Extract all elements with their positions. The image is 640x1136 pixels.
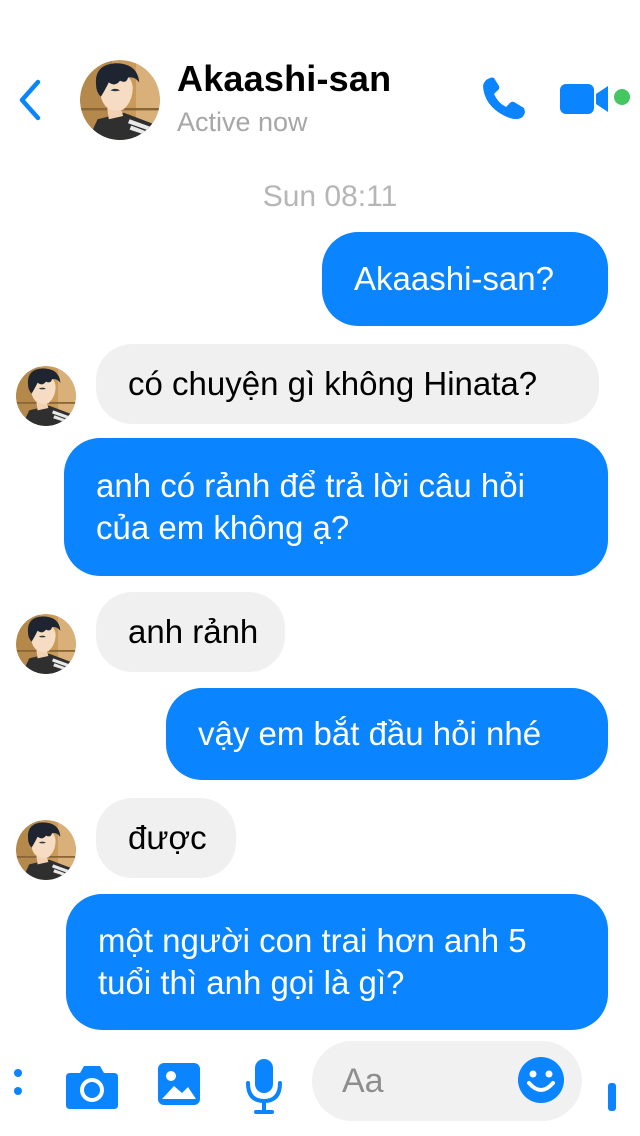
- sender-avatar[interactable]: [16, 614, 76, 674]
- message-text: vậy em bắt đầu hỏi nhé: [198, 715, 542, 752]
- outgoing-message[interactable]: anh có rảnh để trả lời câu hỏi của em kh…: [64, 438, 608, 576]
- messenger-chat-screen: Akaashi-san Active now Sun 08:11 Akaashi…: [0, 0, 640, 1136]
- online-indicator: [614, 89, 630, 105]
- outgoing-message[interactable]: Akaashi-san?: [322, 232, 608, 326]
- message-composer: [0, 1035, 640, 1136]
- more-options-icon: [14, 1069, 22, 1095]
- chat-header: Akaashi-san Active now: [0, 0, 640, 160]
- message-text: Akaashi-san?: [354, 260, 554, 297]
- video-camera-icon: [560, 84, 608, 114]
- sender-avatar[interactable]: [16, 820, 76, 880]
- emoji-button[interactable]: [516, 1055, 566, 1105]
- message-line: anh có rảnh để trả lời câu hỏi: [96, 467, 525, 504]
- contact-status: Active now: [177, 107, 308, 137]
- like-icon: [608, 1083, 616, 1111]
- message-text: có chuyện gì không Hinata?: [128, 365, 538, 402]
- photo-gallery-button[interactable]: [156, 1059, 202, 1109]
- phone-icon: [483, 77, 525, 120]
- contact-name[interactable]: Akaashi-san: [177, 58, 391, 100]
- incoming-message[interactable]: có chuyện gì không Hinata?: [96, 344, 599, 424]
- emoji-icon: [518, 1057, 564, 1103]
- incoming-message[interactable]: được: [96, 798, 236, 878]
- contact-avatar[interactable]: [80, 60, 160, 140]
- back-button[interactable]: [14, 78, 48, 122]
- camera-button[interactable]: [64, 1063, 120, 1111]
- outgoing-message[interactable]: một người con trai hơn anh 5 tuổi thì an…: [66, 894, 608, 1030]
- voice-message-button[interactable]: [244, 1057, 284, 1115]
- message-text: anh rảnh: [128, 613, 259, 650]
- message-line: của em không ạ?: [96, 509, 350, 546]
- message-text: anh có rảnh để trả lời câu hỏi của em kh…: [96, 465, 525, 549]
- more-options-button[interactable]: [12, 1057, 28, 1107]
- incoming-message[interactable]: anh rảnh: [96, 592, 285, 672]
- voice-call-button[interactable]: [478, 74, 528, 124]
- camera-icon: [66, 1066, 118, 1109]
- sender-avatar[interactable]: [16, 366, 76, 426]
- video-call-button[interactable]: [558, 80, 614, 120]
- conversation-timestamp: Sun 08:11: [262, 180, 398, 213]
- chevron-left-icon: [19, 79, 41, 121]
- microphone-icon: [246, 1059, 282, 1114]
- photo-gallery-icon: [158, 1063, 200, 1105]
- message-line: tuổi thì anh gọi là gì?: [98, 964, 405, 1001]
- outgoing-message[interactable]: vậy em bắt đầu hỏi nhé: [166, 688, 608, 780]
- message-text: một người con trai hơn anh 5 tuổi thì an…: [98, 920, 527, 1004]
- message-text: được: [128, 819, 207, 856]
- like-button[interactable]: [606, 1075, 618, 1115]
- message-line: một người con trai hơn anh 5: [98, 922, 527, 959]
